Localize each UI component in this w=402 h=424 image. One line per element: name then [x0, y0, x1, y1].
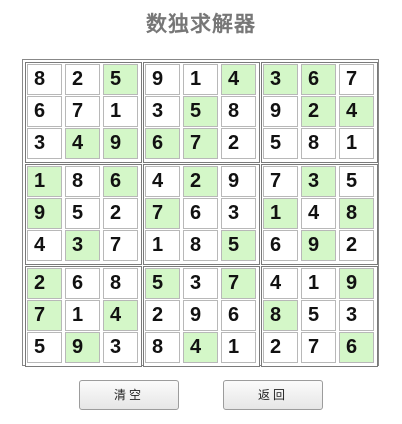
- sudoku-cell-r1c5[interactable]: 1: [183, 64, 218, 95]
- sudoku-cell-r4c4[interactable]: 4: [145, 166, 180, 197]
- sudoku-cell-r4c1[interactable]: 1: [27, 166, 62, 197]
- sudoku-cell-r7c5[interactable]: 3: [183, 268, 218, 299]
- sudoku-cell-r4c3[interactable]: 6: [103, 166, 138, 197]
- sudoku-cell-r2c3[interactable]: 1: [103, 96, 138, 127]
- sudoku-cell-r4c8[interactable]: 3: [301, 166, 336, 197]
- sudoku-cell-r9c2[interactable]: 9: [65, 332, 100, 363]
- sudoku-cell-r6c5[interactable]: 8: [183, 230, 218, 261]
- sudoku-cell-r7c4[interactable]: 5: [145, 268, 180, 299]
- sudoku-cell-r5c2[interactable]: 5: [65, 198, 100, 229]
- sudoku-cell-r2c4[interactable]: 3: [145, 96, 180, 127]
- sudoku-cell-r1c8[interactable]: 6: [301, 64, 336, 95]
- sudoku-cell-r5c9[interactable]: 8: [339, 198, 374, 229]
- sudoku-cell-r3c2[interactable]: 4: [65, 128, 100, 159]
- sudoku-cell-r9c9[interactable]: 6: [339, 332, 374, 363]
- sudoku-cell-r6c1[interactable]: 4: [27, 230, 62, 261]
- sudoku-cell-r6c7[interactable]: 6: [263, 230, 298, 261]
- sudoku-cell-r5c7[interactable]: 1: [263, 198, 298, 229]
- sudoku-cell-r7c6[interactable]: 7: [221, 268, 256, 299]
- sudoku-cell-r4c5[interactable]: 2: [183, 166, 218, 197]
- sudoku-cell-r3c3[interactable]: 9: [103, 128, 138, 159]
- sudoku-cell-r3c1[interactable]: 3: [27, 128, 62, 159]
- sudoku-cell-r8c7[interactable]: 8: [263, 300, 298, 331]
- sudoku-box-1: 825 671 349: [25, 62, 142, 163]
- sudoku-cell-r7c3[interactable]: 8: [103, 268, 138, 299]
- sudoku-box-9: 419 853 276: [261, 266, 378, 367]
- sudoku-cell-r1c1[interactable]: 8: [27, 64, 62, 95]
- sudoku-cell-r3c5[interactable]: 7: [183, 128, 218, 159]
- sudoku-board: 8256713499143586723679245811869524374297…: [22, 59, 379, 367]
- sudoku-cell-r9c3[interactable]: 3: [103, 332, 138, 363]
- sudoku-cell-r9c1[interactable]: 5: [27, 332, 62, 363]
- sudoku-cell-r8c2[interactable]: 1: [65, 300, 100, 331]
- sudoku-cell-r6c3[interactable]: 7: [103, 230, 138, 261]
- sudoku-cell-r8c3[interactable]: 4: [103, 300, 138, 331]
- sudoku-cell-r1c9[interactable]: 7: [339, 64, 374, 95]
- sudoku-cell-r1c4[interactable]: 9: [145, 64, 180, 95]
- sudoku-cell-r2c6[interactable]: 8: [221, 96, 256, 127]
- sudoku-cell-r6c4[interactable]: 1: [145, 230, 180, 261]
- sudoku-box-3: 367 924 581: [261, 62, 378, 163]
- sudoku-cell-r6c6[interactable]: 5: [221, 230, 256, 261]
- sudoku-cell-r2c8[interactable]: 2: [301, 96, 336, 127]
- sudoku-cell-r8c6[interactable]: 6: [221, 300, 256, 331]
- sudoku-cell-r7c8[interactable]: 1: [301, 268, 336, 299]
- sudoku-box-7: 268 714 593: [25, 266, 142, 367]
- sudoku-cell-r9c7[interactable]: 2: [263, 332, 298, 363]
- page-title: 数独求解器: [146, 12, 256, 36]
- sudoku-box-8: 537 296 841: [143, 266, 260, 367]
- sudoku-cell-r9c5[interactable]: 4: [183, 332, 218, 363]
- sudoku-cell-r8c1[interactable]: 7: [27, 300, 62, 331]
- sudoku-cell-r7c7[interactable]: 4: [263, 268, 298, 299]
- sudoku-cell-r2c1[interactable]: 6: [27, 96, 62, 127]
- sudoku-cell-r7c2[interactable]: 6: [65, 268, 100, 299]
- sudoku-cell-r1c2[interactable]: 2: [65, 64, 100, 95]
- sudoku-cell-r3c9[interactable]: 1: [339, 128, 374, 159]
- sudoku-box-4: 186 952 437: [25, 164, 142, 265]
- sudoku-box-5: 429 763 185: [143, 164, 260, 265]
- sudoku-cell-r4c6[interactable]: 9: [221, 166, 256, 197]
- sudoku-cell-r1c6[interactable]: 4: [221, 64, 256, 95]
- sudoku-cell-r5c1[interactable]: 9: [27, 198, 62, 229]
- sudoku-cell-r3c4[interactable]: 6: [145, 128, 180, 159]
- sudoku-cell-r4c2[interactable]: 8: [65, 166, 100, 197]
- sudoku-cell-r2c5[interactable]: 5: [183, 96, 218, 127]
- sudoku-cell-r2c9[interactable]: 4: [339, 96, 374, 127]
- sudoku-cell-r3c8[interactable]: 8: [301, 128, 336, 159]
- sudoku-cell-r8c8[interactable]: 5: [301, 300, 336, 331]
- sudoku-cell-r9c6[interactable]: 1: [221, 332, 256, 363]
- sudoku-box-2: 914 358 672: [143, 62, 260, 163]
- sudoku-cell-r1c7[interactable]: 3: [263, 64, 298, 95]
- back-button[interactable]: 返回: [223, 380, 323, 410]
- sudoku-cell-r9c4[interactable]: 8: [145, 332, 180, 363]
- sudoku-cell-r6c8[interactable]: 9: [301, 230, 336, 261]
- sudoku-box-6: 735 148 692: [261, 164, 378, 265]
- sudoku-cell-r5c4[interactable]: 7: [145, 198, 180, 229]
- sudoku-cell-r9c8[interactable]: 7: [301, 332, 336, 363]
- sudoku-cell-r8c5[interactable]: 9: [183, 300, 218, 331]
- sudoku-cell-r8c9[interactable]: 3: [339, 300, 374, 331]
- sudoku-cell-r7c1[interactable]: 2: [27, 268, 62, 299]
- sudoku-cell-r5c8[interactable]: 4: [301, 198, 336, 229]
- sudoku-cell-r4c9[interactable]: 5: [339, 166, 374, 197]
- sudoku-cell-r2c7[interactable]: 9: [263, 96, 298, 127]
- sudoku-cell-r3c6[interactable]: 2: [221, 128, 256, 159]
- sudoku-cell-r2c2[interactable]: 7: [65, 96, 100, 127]
- sudoku-cell-r6c2[interactable]: 3: [65, 230, 100, 261]
- sudoku-cell-r5c6[interactable]: 3: [221, 198, 256, 229]
- sudoku-cell-r8c4[interactable]: 2: [145, 300, 180, 331]
- sudoku-cell-r5c3[interactable]: 2: [103, 198, 138, 229]
- sudoku-cell-r6c9[interactable]: 2: [339, 230, 374, 261]
- sudoku-cell-r5c5[interactable]: 6: [183, 198, 218, 229]
- sudoku-cell-r7c9[interactable]: 9: [339, 268, 374, 299]
- clear-button[interactable]: 清空: [79, 380, 179, 410]
- sudoku-cell-r1c3[interactable]: 5: [103, 64, 138, 95]
- sudoku-cell-r4c7[interactable]: 7: [263, 166, 298, 197]
- sudoku-cell-r3c7[interactable]: 5: [263, 128, 298, 159]
